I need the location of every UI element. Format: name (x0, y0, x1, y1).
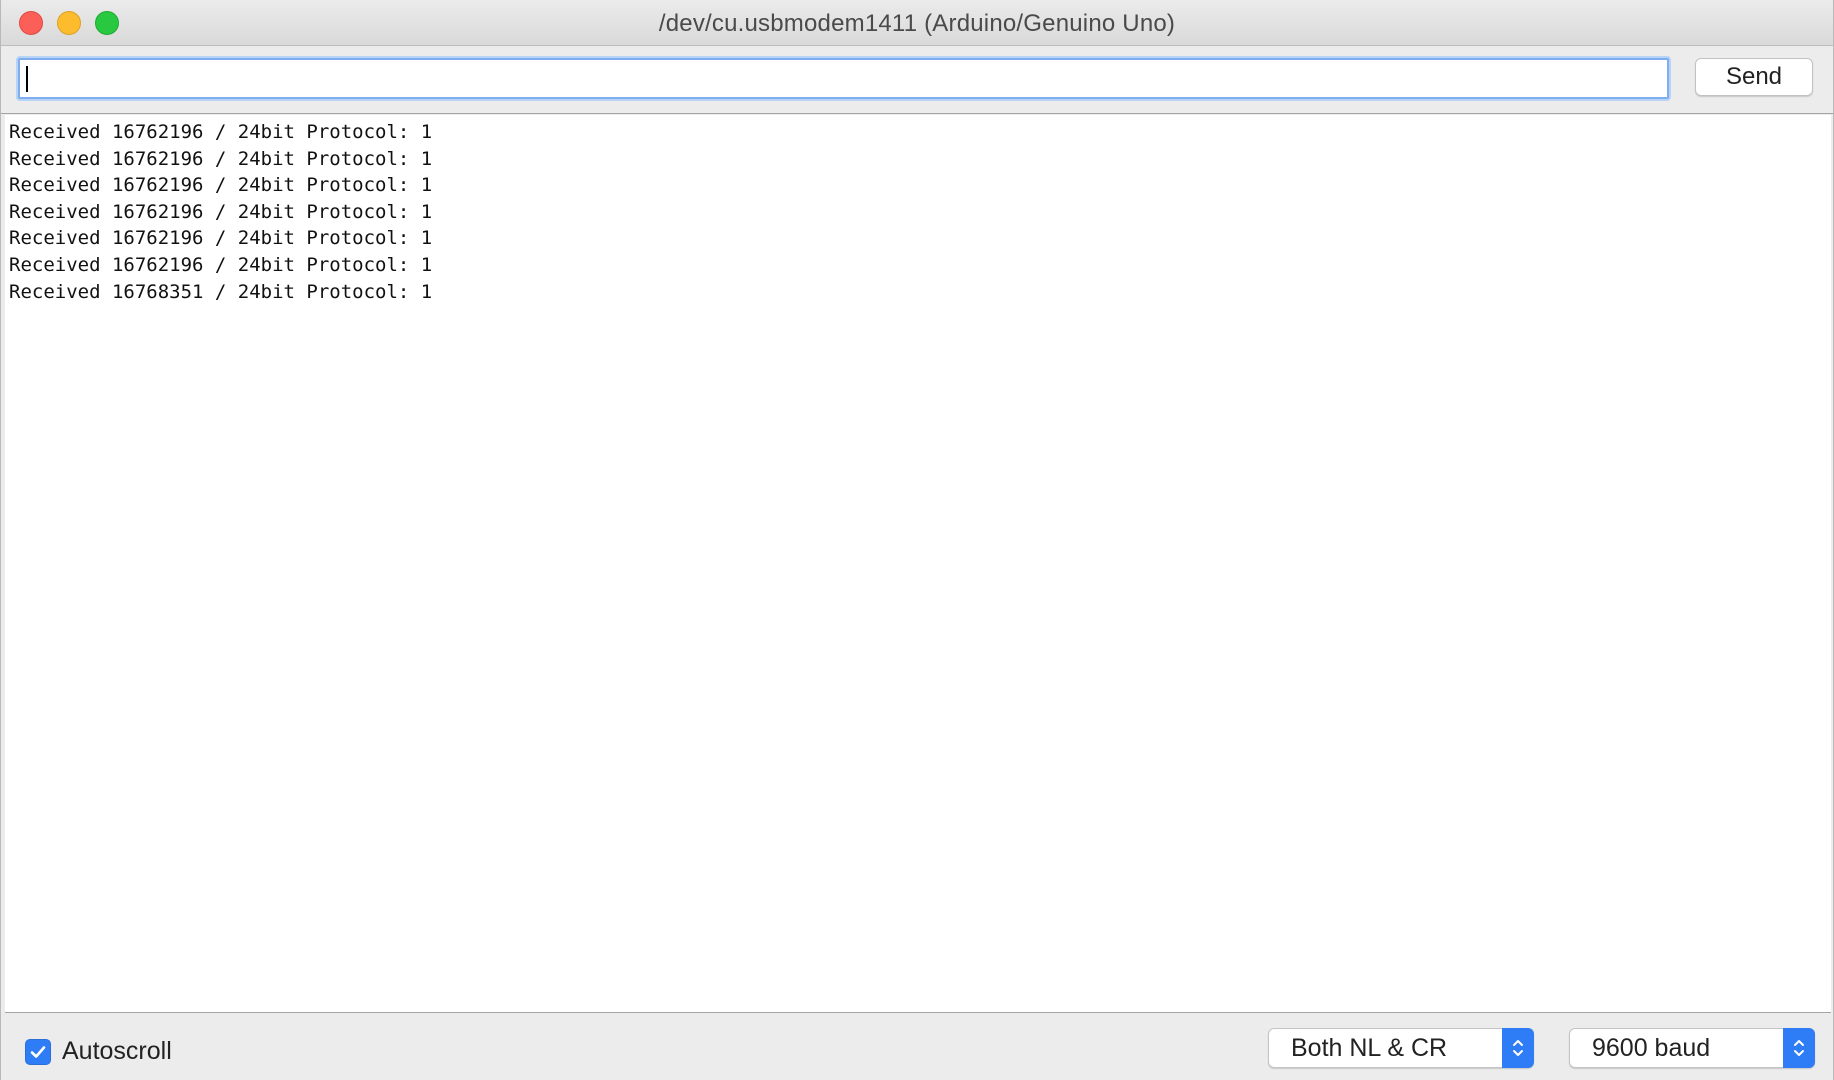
output-line: Received 16768351 / 24bit Protocol: 1 (9, 280, 433, 303)
chevron-updown-icon (1502, 1028, 1534, 1068)
line-ending-value: Both NL & CR (1291, 1034, 1448, 1062)
output-line: Received 16762196 / 24bit Protocol: 1 (9, 121, 433, 143)
autoscroll-toggle[interactable]: Autoscroll (25, 1037, 172, 1066)
output-line: Received 16762196 / 24bit Protocol: 1 (9, 227, 433, 250)
output-line: Received 16762196 / 24bit Protocol: 1 (9, 200, 433, 223)
baud-rate-value: 9600 baud (1592, 1034, 1711, 1062)
serial-monitor-window: /dev/cu.usbmodem1411 (Arduino/Genuino Un… (0, 0, 1834, 1080)
status-bar (1, 1014, 1833, 1080)
baud-rate-select[interactable]: 9600 baud (1569, 1028, 1815, 1068)
checkmark-icon (30, 1045, 46, 1058)
title-bar[interactable]: /dev/cu.usbmodem1411 (Arduino/Genuino Un… (1, 0, 1833, 46)
autoscroll-checkbox[interactable] (25, 1038, 51, 1065)
output-line: Received 16762196 / 24bit Protocol: 1 (9, 174, 433, 197)
window-title: /dev/cu.usbmodem1411 (Arduino/Genuino Un… (658, 10, 1176, 37)
chevron-updown-icon (1783, 1028, 1815, 1068)
output-line: Received 16762196 / 24bit Protocol: 1 (9, 253, 433, 276)
line-ending-select[interactable]: Both NL & CR (1268, 1028, 1534, 1068)
send-button[interactable]: Send (1695, 58, 1813, 96)
serial-input[interactable] (18, 58, 1669, 99)
output-line: Received 16762196 / 24bit Protocol: 1 (9, 147, 433, 170)
text-cursor (26, 66, 28, 92)
serial-output[interactable]: Received 16762196 / 24bit Protocol: 1 Re… (5, 115, 1831, 1013)
send-toolbar: Send (1, 46, 1833, 114)
autoscroll-label: Autoscroll (62, 1037, 172, 1065)
